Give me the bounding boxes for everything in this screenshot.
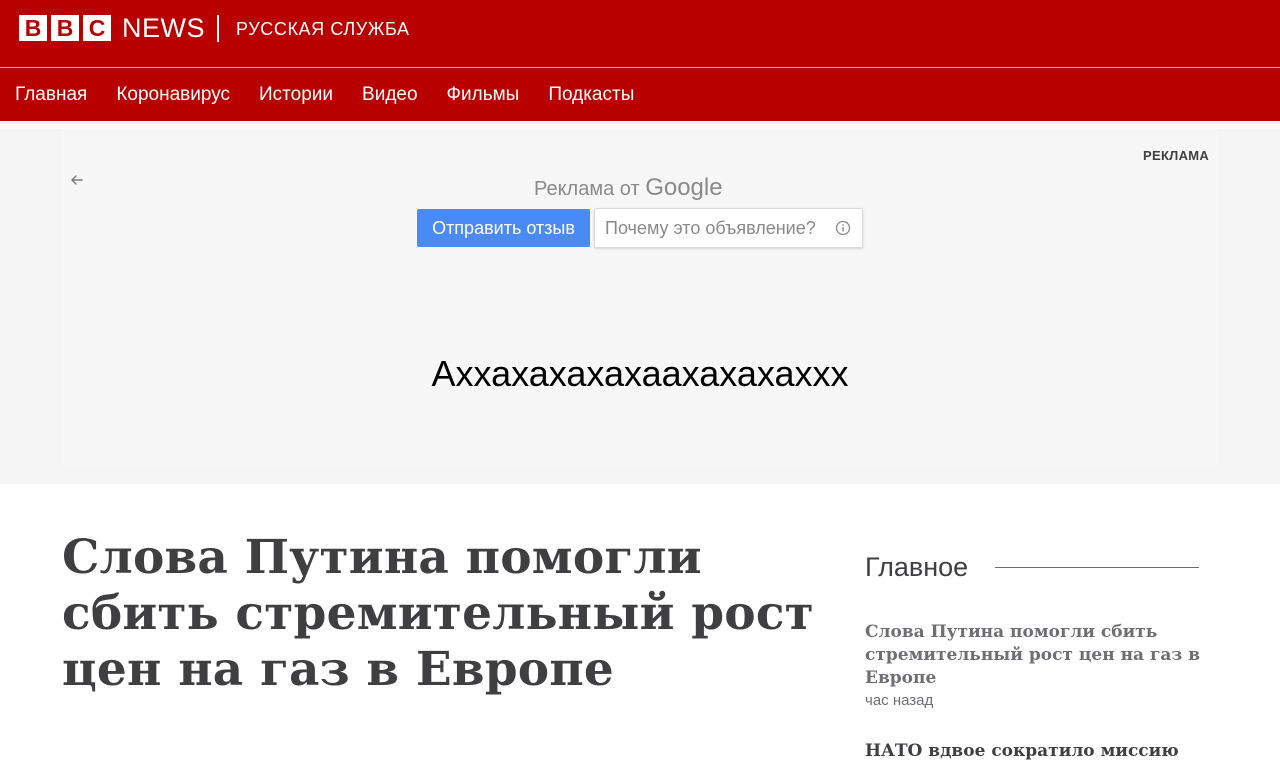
sidebar-title: Главное xyxy=(865,552,969,582)
sidebar-divider xyxy=(995,567,1199,568)
bbc-logo-block: B xyxy=(51,15,79,41)
nav-item-podcasts[interactable]: Подкасты xyxy=(548,84,634,106)
nav-item-films[interactable]: Фильмы xyxy=(447,84,520,106)
article-headline: Слова Путина помогли сбить стремительный… xyxy=(62,530,814,697)
info-circle-icon xyxy=(835,220,851,236)
ad-label: РЕКЛАМА xyxy=(1143,148,1210,163)
google-wordmark: Google xyxy=(645,174,723,201)
nav-item-video[interactable]: Видео xyxy=(362,84,418,106)
ad-message[interactable]: Аххахахахахаахахахаххх xyxy=(0,352,1280,396)
main-navigation: Главная Коронавирус Истории Видео Фильмы… xyxy=(0,67,1280,121)
nav-item-stories[interactable]: Истории xyxy=(259,84,333,106)
masthead: B B C NEWS РУССКАЯ СЛУЖБА xyxy=(0,0,1280,67)
nav-item-coronavirus[interactable]: Коронавирус xyxy=(116,84,230,106)
bbc-logo[interactable]: B B C xyxy=(19,15,111,41)
why-this-ad-button[interactable]: Почему это объявление? xyxy=(594,208,863,248)
send-feedback-button[interactable]: Отправить отзыв xyxy=(417,209,590,247)
nav-item-home[interactable]: Главная xyxy=(15,84,87,106)
bbc-logo-block: C xyxy=(83,15,111,41)
nav-list: Главная Коронавирус Истории Видео Фильмы… xyxy=(15,68,634,121)
story-timestamp: час назад xyxy=(865,692,934,709)
top-story-link[interactable]: Слова Путина помогли сбить стремительный… xyxy=(865,621,1205,690)
ads-by-google: Реклама от Google xyxy=(534,174,723,203)
logo-divider xyxy=(217,15,219,42)
news-logo-text[interactable]: NEWS xyxy=(122,13,205,43)
service-name[interactable]: РУССКАЯ СЛУЖБА xyxy=(236,18,410,40)
ads-by-text: Реклама от xyxy=(534,178,640,200)
bbc-logo-block: B xyxy=(19,15,47,41)
arrow-left-icon[interactable] xyxy=(69,172,85,188)
top-story-link[interactable]: НАТО вдвое сократило миссию xyxy=(865,740,1205,763)
